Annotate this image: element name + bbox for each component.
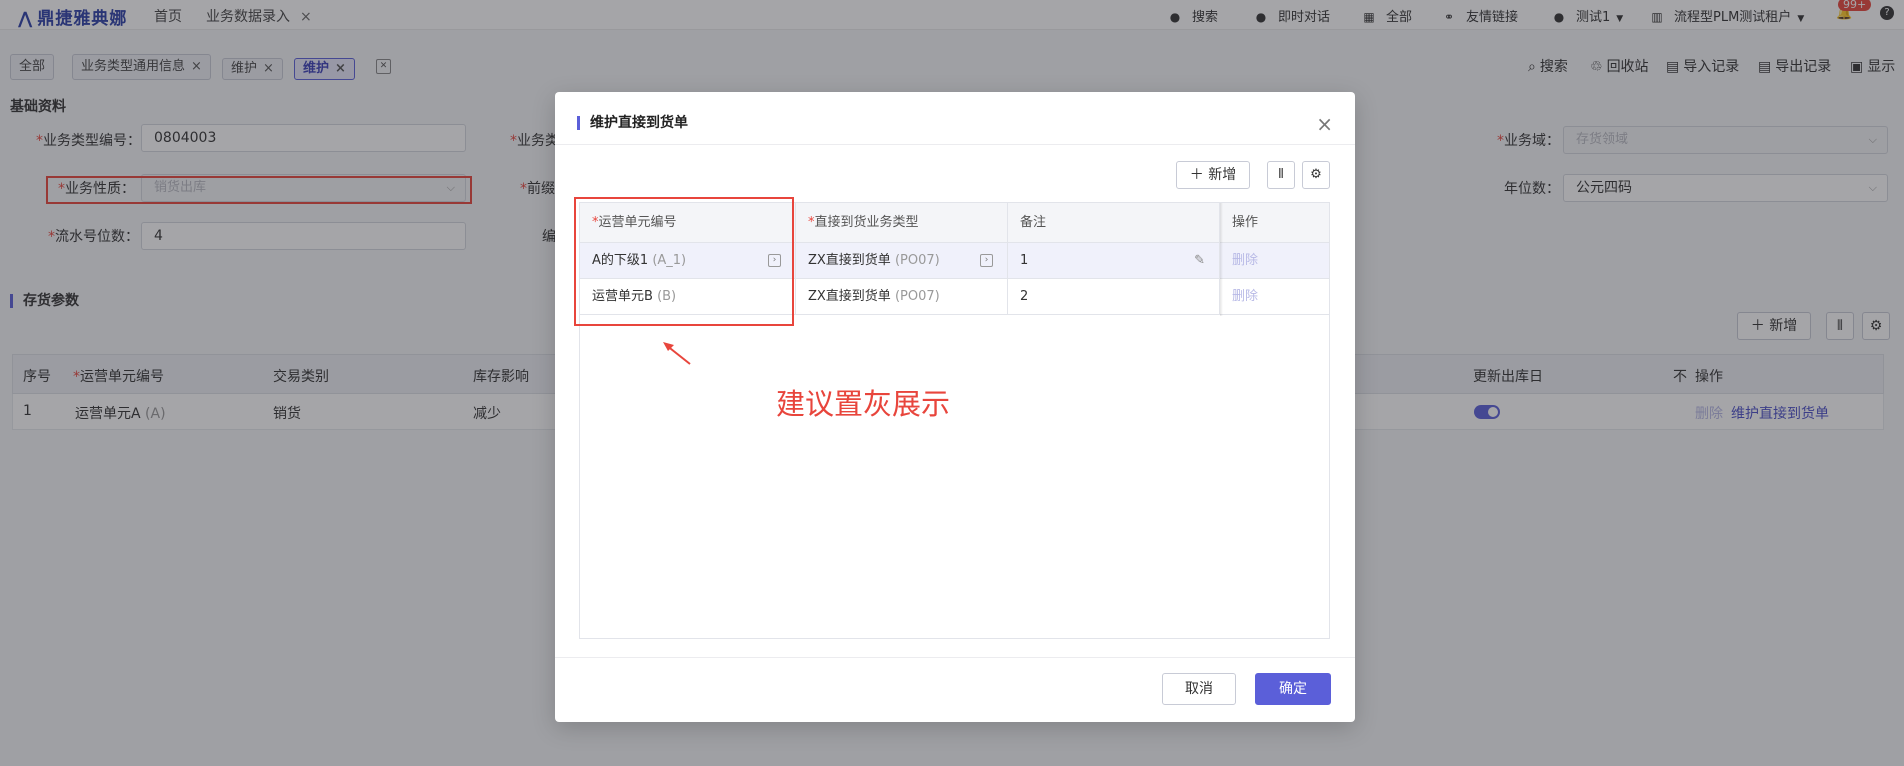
fixed-column-shadow <box>1220 203 1223 316</box>
maintain-direct-arrival-dialog: 维护直接到货单 × ＋ 新增 ⫴ ⚙ *运营单元编号 *直接到货业务类型 备注 … <box>555 92 1355 722</box>
dialog-add-button[interactable]: ＋ 新增 <box>1176 161 1250 189</box>
annotation-text: 建议置灰展示 <box>776 387 951 421</box>
gear-icon[interactable]: ⚙ <box>1302 161 1330 189</box>
dialog-add-label: 新增 <box>1208 167 1237 183</box>
row1-biz-name: ZX直接到货单 <box>808 253 891 268</box>
open-picker-icon[interactable]: › <box>980 254 993 267</box>
col-biz-type-text: 直接到货业务类型 <box>814 215 919 230</box>
row2-delete-link: 删除 <box>1232 289 1259 304</box>
row2-biz-type[interactable]: ZX直接到货单 (PO07) <box>796 279 1008 315</box>
ok-button[interactable]: 确定 <box>1255 673 1331 705</box>
row2-biz-name: ZX直接到货单 <box>808 289 891 304</box>
column-settings-icon[interactable]: ⫴ <box>1267 161 1295 189</box>
row1-remark[interactable]: 1 ✎ <box>1008 243 1220 279</box>
row1-operation: 删除 <box>1220 243 1330 279</box>
row1-biz-type[interactable]: ZX直接到货单 (PO07) › <box>796 243 1008 279</box>
annotation-arrow-icon <box>663 342 691 365</box>
divider <box>555 657 1355 658</box>
edit-pencil-icon[interactable]: ✎ <box>1194 243 1205 279</box>
row2-biz-code: (PO07) <box>894 289 940 304</box>
col-biz-type: *直接到货业务类型 <box>796 203 1008 243</box>
col-operation: 操作 <box>1220 203 1330 243</box>
row2-operation: 删除 <box>1220 279 1330 315</box>
divider <box>555 144 1355 145</box>
annotation-rect <box>574 197 794 326</box>
row1-delete-link: 删除 <box>1232 253 1259 268</box>
close-icon[interactable]: × <box>1316 114 1333 134</box>
row2-remark[interactable]: 2 <box>1008 279 1220 315</box>
plus-icon: ＋ <box>1189 167 1209 183</box>
dialog-title: 维护直接到货单 <box>577 116 688 130</box>
row1-biz-code: (PO07) <box>894 253 940 268</box>
col-remark: 备注 <box>1008 203 1220 243</box>
row1-remark-value: 1 <box>1020 253 1029 268</box>
cancel-button[interactable]: 取消 <box>1162 673 1236 705</box>
